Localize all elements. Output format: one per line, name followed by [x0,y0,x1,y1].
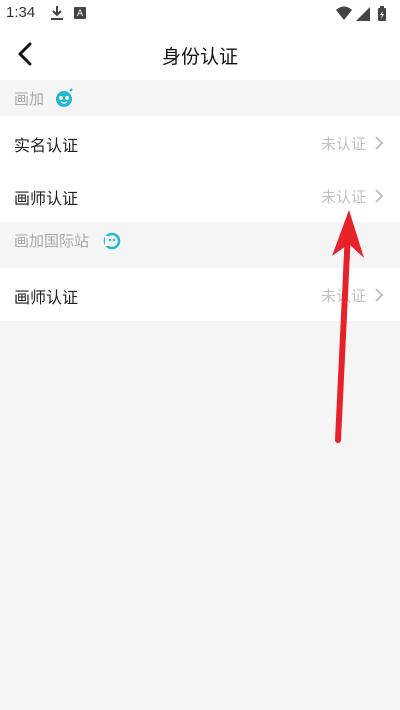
signal-icon [356,7,370,21]
chevron-right-icon [375,288,384,302]
verification-status: 未认证 [320,287,366,305]
section-header-huajia-international: 画加国际站 [0,222,400,258]
row-label: 画师认证 [14,288,79,307]
download-icon [51,6,63,20]
verification-status: 未认证 [320,188,366,206]
wifi-icon [336,6,352,20]
page-title: 身份认证 [161,46,238,68]
row-label: 画师认证 [14,189,79,208]
status-time: 1:34 [6,4,36,21]
verification-status: 未认证 [320,135,366,153]
section-header-huajia: 画加 [0,80,400,116]
screen: 1:34 A 身份认证 画加 实名认证 未认证 画师认证 未认证 画加国际站 画… [0,0,400,710]
title-bar: 身份认证 [0,28,400,80]
row-label: 实名认证 [14,136,79,155]
real-name-verification-row[interactable]: 实名认证 未认证 [0,116,400,169]
section-title: 画加 [14,90,45,108]
chevron-right-icon [375,136,384,150]
system-icons [336,6,386,21]
status-bar: 1:34 A [0,0,400,28]
chevron-right-icon [375,189,384,203]
section-title: 画加国际站 [14,232,90,250]
huajia-intl-logo-icon [103,232,121,250]
a-icon: A [74,7,86,19]
artist-verification-row[interactable]: 画师认证 未认证 [0,169,400,222]
huajia-logo-icon [56,88,73,107]
international-artist-verification-row[interactable]: 画师认证 未认证 [0,268,400,321]
